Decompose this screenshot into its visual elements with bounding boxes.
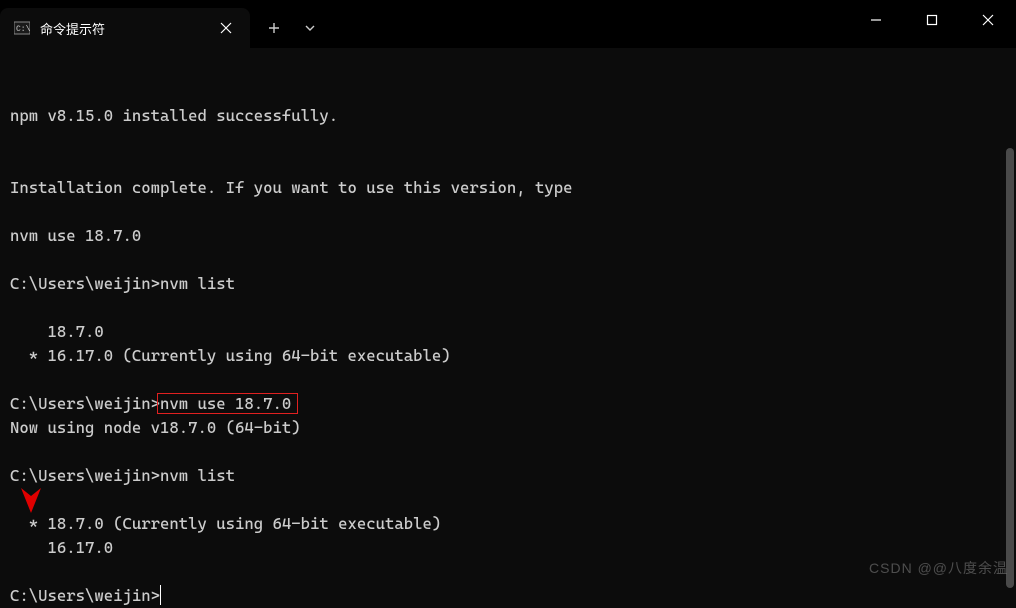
prompt: C:\Users\weijin> [10,274,160,293]
terminal-line: C:\Users\weijin>nvm list [10,272,1006,296]
terminal-line: * 18.7.0 (Currently using 64-bit executa… [10,512,1006,536]
cmd-icon: C:\ [14,20,30,36]
terminal-line [10,152,1006,176]
window-controls [848,0,1016,48]
terminal-line: 16.17.0 [10,536,1006,560]
terminal-line [10,200,1006,224]
new-tab-button[interactable] [256,10,292,46]
terminal-line: Now using node v18.7.0 (64-bit) [10,416,1006,440]
terminal-output[interactable]: npm v8.15.0 installed successfully. Insta… [0,48,1016,584]
svg-text:C:\: C:\ [16,25,30,34]
terminal-line: Installation complete. If you want to us… [10,176,1006,200]
terminal-line [10,296,1006,320]
terminal-line [10,560,1006,584]
terminal-line [10,488,1006,512]
tab-actions [256,8,328,48]
terminal-line: * 16.17.0 (Currently using 64-bit execut… [10,344,1006,368]
tab-close-button[interactable] [212,14,240,42]
cursor [160,585,161,605]
scrollbar[interactable] [1006,148,1014,588]
terminal-line: nvm use 18.7.0 [10,224,1006,248]
titlebar: C:\ 命令提示符 [0,0,1016,48]
watermark: CSDN @@八度余温 [869,558,1008,578]
command: nvm list [160,466,235,485]
terminal-line: C:\Users\weijin>nvm list [10,464,1006,488]
terminal-line: C:\Users\weijin> [10,584,1006,608]
prompt: C:\Users\weijin> [10,466,160,485]
terminal-line: npm v8.15.0 installed successfully. [10,104,1006,128]
terminal-line [10,368,1006,392]
terminal-line: 18.7.0 [10,320,1006,344]
prompt: C:\Users\weijin> [10,586,160,605]
terminal-line [10,248,1006,272]
close-window-button[interactable] [960,0,1016,40]
active-tab[interactable]: C:\ 命令提示符 [0,8,250,48]
maximize-button[interactable] [904,0,960,40]
terminal-line [10,128,1006,152]
tab-dropdown-button[interactable] [292,10,328,46]
terminal-line: C:\Users\weijin>nvm use 18.7.0 [10,392,1006,416]
tab-title: 命令提示符 [40,19,212,38]
prompt: C:\Users\weijin> [10,394,160,413]
command: nvm list [160,274,235,293]
minimize-button[interactable] [848,0,904,40]
command: nvm use 18.7.0 [160,394,291,413]
terminal-line [10,440,1006,464]
